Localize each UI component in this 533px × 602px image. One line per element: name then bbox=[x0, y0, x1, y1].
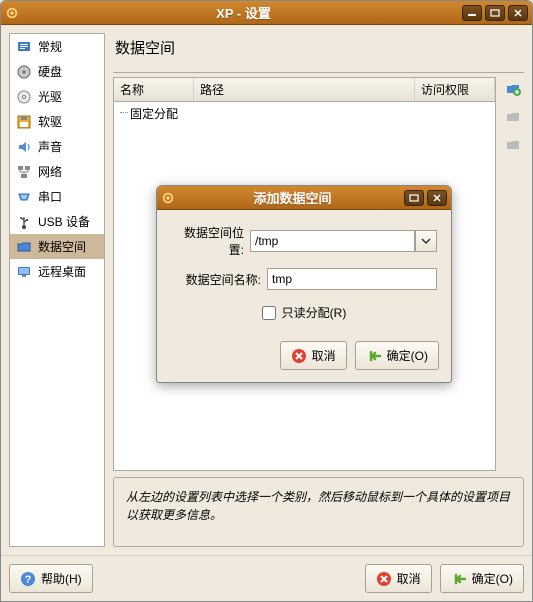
settings-window: XP - 设置 常规 硬盘 光驱 软驱 bbox=[0, 0, 533, 602]
button-label: 确定(O) bbox=[472, 570, 513, 587]
sidebar-item-label: USB 设备 bbox=[38, 213, 90, 230]
sidebar-item-optical[interactable]: 光驱 bbox=[10, 84, 104, 109]
help-button[interactable]: ? 帮助(H) bbox=[9, 564, 93, 593]
button-label: 取消 bbox=[312, 347, 336, 364]
sidebar-item-general[interactable]: 常规 bbox=[10, 34, 104, 59]
table-actions bbox=[502, 77, 524, 471]
col-access[interactable]: 访问权限 bbox=[415, 78, 495, 101]
main-ok-button[interactable]: 确定(O) bbox=[440, 564, 524, 593]
harddisk-icon bbox=[16, 64, 32, 80]
remote-icon bbox=[16, 264, 32, 280]
path-dropdown-button[interactable] bbox=[415, 230, 437, 252]
sidebar-item-label: 常规 bbox=[38, 38, 62, 55]
dialog-titlebar[interactable]: 添加数据空间 bbox=[157, 186, 451, 210]
main-footer: ? 帮助(H) 取消 确定(O) bbox=[1, 555, 532, 601]
row-name: 固定分配 bbox=[130, 105, 178, 122]
col-path[interactable]: 路径 bbox=[194, 78, 415, 101]
sidebar-item-label: 光驱 bbox=[38, 88, 62, 105]
col-name[interactable]: 名称 bbox=[114, 78, 194, 101]
cancel-icon bbox=[291, 348, 307, 364]
help-icon: ? bbox=[20, 571, 36, 587]
gear-icon bbox=[5, 6, 19, 20]
remove-share-button[interactable] bbox=[503, 135, 523, 155]
minimize-button[interactable] bbox=[462, 5, 482, 21]
sidebar-item-label: 串口 bbox=[38, 188, 62, 205]
button-label: 帮助(H) bbox=[41, 570, 82, 587]
network-icon bbox=[16, 164, 32, 180]
sidebar-item-label: 声音 bbox=[38, 138, 62, 155]
chevron-down-icon bbox=[421, 237, 431, 245]
dialog-maximize-button[interactable] bbox=[404, 190, 424, 206]
add-folder-icon bbox=[505, 81, 521, 97]
serial-icon bbox=[16, 189, 32, 205]
button-label: 取消 bbox=[397, 570, 421, 587]
edit-folder-icon bbox=[505, 109, 521, 125]
floppy-icon bbox=[16, 114, 32, 130]
optical-icon bbox=[16, 89, 32, 105]
sidebar-item-shared[interactable]: 数据空间 bbox=[10, 234, 104, 259]
cancel-icon bbox=[376, 571, 392, 587]
main-titlebar[interactable]: XP - 设置 bbox=[1, 1, 532, 25]
maximize-button[interactable] bbox=[485, 5, 505, 21]
section-title: 数据空间 bbox=[113, 33, 524, 66]
edit-share-button[interactable] bbox=[503, 107, 523, 127]
ok-arrow-icon bbox=[366, 348, 382, 364]
name-label: 数据空间名称: bbox=[171, 271, 261, 288]
category-sidebar: 常规 硬盘 光驱 软驱 声音 网络 bbox=[9, 33, 105, 547]
sidebar-item-floppy[interactable]: 软驱 bbox=[10, 109, 104, 134]
ok-arrow-icon bbox=[451, 571, 467, 587]
window-title: XP - 设置 bbox=[25, 3, 462, 22]
tree-connector bbox=[120, 112, 128, 113]
usb-icon bbox=[16, 214, 32, 230]
add-share-button[interactable] bbox=[503, 79, 523, 99]
readonly-checkbox[interactable] bbox=[262, 306, 276, 320]
sidebar-item-network[interactable]: 网络 bbox=[10, 159, 104, 184]
path-label: 数据空间位置: bbox=[171, 224, 244, 258]
name-input[interactable] bbox=[267, 268, 437, 290]
hint-text: 从左边的设置列表中选择一个类别，然后移动鼠标到一个具体的设置项目以获取更多信息。 bbox=[113, 477, 524, 547]
dialog-close-button[interactable] bbox=[427, 190, 447, 206]
svg-text:?: ? bbox=[25, 574, 32, 586]
audio-icon bbox=[16, 139, 32, 155]
add-share-dialog: 添加数据空间 数据空间位置: 数据空间名称: bbox=[156, 185, 452, 383]
sidebar-item-remote[interactable]: 远程桌面 bbox=[10, 259, 104, 284]
dialog-ok-button[interactable]: 确定(O) bbox=[355, 341, 439, 370]
dialog-cancel-button[interactable]: 取消 bbox=[280, 341, 347, 370]
sidebar-item-label: 软驱 bbox=[38, 113, 62, 130]
sidebar-item-serial[interactable]: 串口 bbox=[10, 184, 104, 209]
dialog-title: 添加数据空间 bbox=[181, 188, 404, 207]
remove-folder-icon bbox=[505, 137, 521, 153]
close-button[interactable] bbox=[508, 5, 528, 21]
path-input[interactable] bbox=[250, 230, 415, 252]
sidebar-item-label: 数据空间 bbox=[38, 238, 86, 255]
sidebar-item-harddisk[interactable]: 硬盘 bbox=[10, 59, 104, 84]
sidebar-item-label: 网络 bbox=[38, 163, 62, 180]
sidebar-item-label: 硬盘 bbox=[38, 63, 62, 80]
button-label: 确定(O) bbox=[387, 347, 428, 364]
main-cancel-button[interactable]: 取消 bbox=[365, 564, 432, 593]
sidebar-item-audio[interactable]: 声音 bbox=[10, 134, 104, 159]
shared-folder-icon bbox=[16, 239, 32, 255]
sidebar-item-label: 远程桌面 bbox=[38, 263, 86, 280]
readonly-label: 只读分配(R) bbox=[282, 304, 347, 321]
table-row[interactable]: 固定分配 bbox=[114, 102, 495, 125]
sidebar-item-usb[interactable]: USB 设备 bbox=[10, 209, 104, 234]
general-icon bbox=[16, 39, 32, 55]
gear-icon bbox=[161, 191, 175, 205]
